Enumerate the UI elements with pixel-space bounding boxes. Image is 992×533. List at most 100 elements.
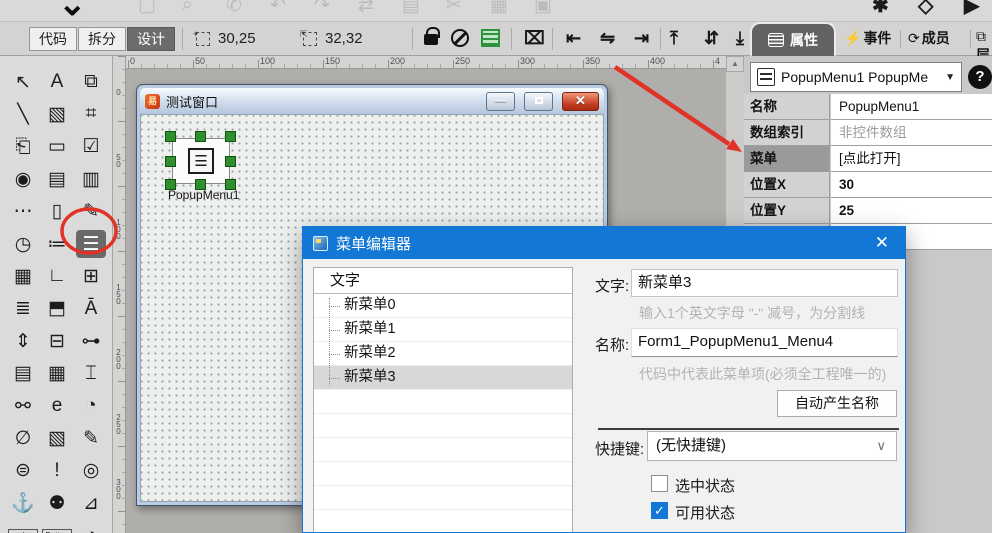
- form-close-button[interactable]: ✕: [562, 91, 599, 111]
- align-icon[interactable]: ⇤: [566, 28, 581, 49]
- treeview-tool[interactable]: ≣: [8, 295, 38, 323]
- label-tool[interactable]: A: [42, 68, 72, 96]
- help-button[interactable]: ?: [968, 65, 992, 89]
- grid-toggle-icon[interactable]: [481, 29, 500, 47]
- checkbox-selected-state[interactable]: [651, 475, 668, 492]
- property-row[interactable]: 位置X 30: [744, 172, 992, 198]
- toolbar-icon[interactable]: ✂: [446, 0, 462, 17]
- selection-handle[interactable]: [225, 131, 236, 142]
- form-maximize-button[interactable]: [524, 91, 553, 111]
- listbox-tool[interactable]: ▥: [76, 165, 106, 193]
- slider-tool[interactable]: ⊟: [42, 327, 72, 355]
- draw-tool[interactable]: ✎: [76, 198, 106, 226]
- toolbar-icon[interactable]: ▣: [534, 0, 552, 17]
- database-edit-tool[interactable]: ✎: [76, 424, 106, 452]
- dialog-titlebar[interactable]: 菜单编辑器 ✕: [303, 227, 905, 259]
- pointer-tool[interactable]: ↖: [8, 68, 38, 96]
- tab-events[interactable]: ⚡ 事件: [844, 28, 891, 48]
- toolbar-icon[interactable]: ⇄: [358, 0, 374, 17]
- form-minimize-button[interactable]: —: [486, 91, 515, 111]
- chart-tool[interactable]: ∟: [42, 262, 72, 290]
- trackbar-tool[interactable]: ⊶: [76, 327, 106, 355]
- selection-handle[interactable]: [225, 156, 236, 167]
- menu-tree-item[interactable]: 新菜单1: [314, 318, 572, 342]
- datepicker-tool[interactable]: ▤: [8, 360, 38, 388]
- toolbar-icon[interactable]: ◇: [918, 0, 933, 18]
- shape-tool[interactable]: ⧉: [76, 68, 106, 96]
- tab-split[interactable]: 拆分: [78, 27, 126, 51]
- toolbar-icon[interactable]: ↷: [314, 0, 330, 17]
- tab-properties[interactable]: 属性: [752, 24, 834, 56]
- lock-controls-icon[interactable]: [424, 27, 440, 45]
- database-tool[interactable]: ⊜: [8, 457, 38, 485]
- chrome-browser-tool[interactable]: ◔: [76, 392, 106, 420]
- property-value[interactable]: PopupMenu1: [831, 94, 992, 120]
- grid-tool[interactable]: ⊞: [76, 262, 106, 290]
- combobox-tool[interactable]: ▤: [42, 165, 72, 193]
- object-selector-dropdown[interactable]: PopupMenu1 PopupMe ▼: [750, 62, 962, 92]
- gallery-tool[interactable]: ▧: [42, 424, 72, 452]
- name-field-input[interactable]: Form1_PopupMenu1_Menu4: [631, 328, 898, 357]
- selection-handle[interactable]: [195, 131, 206, 142]
- toolbar-icon[interactable]: ✱: [872, 0, 889, 18]
- menu-tree-item[interactable]: 新菜单3: [314, 366, 572, 390]
- property-value[interactable]: 25: [831, 198, 992, 224]
- auto-generate-name-button[interactable]: 自动产生名称: [777, 390, 897, 417]
- property-row[interactable]: 数组索引 非控件数组: [744, 120, 992, 146]
- debug-bug-tool[interactable]: ⚉: [42, 489, 72, 517]
- custom-button-tool[interactable]: Button: [42, 528, 72, 533]
- toolbar-icon[interactable]: ▦: [490, 0, 508, 17]
- internet-tool[interactable]: ∅: [8, 424, 38, 452]
- property-value[interactable]: [点此打开]: [831, 146, 992, 172]
- warning-tool[interactable]: !: [42, 457, 72, 485]
- pie-tool[interactable]: ◔: [76, 522, 106, 533]
- shortcut-combobox[interactable]: (无快捷键) ∨: [647, 431, 897, 461]
- align-icon[interactable]: ⌧: [524, 28, 545, 49]
- align-icon[interactable]: ⇥: [634, 28, 649, 49]
- selection-handle[interactable]: [225, 179, 236, 190]
- menu-tree-item[interactable]: 新菜单0: [314, 294, 572, 318]
- checkbox-tool[interactable]: ☑: [76, 133, 106, 161]
- property-value[interactable]: 30: [831, 172, 992, 198]
- frame-tool[interactable]: ⌶: [76, 360, 106, 388]
- position-frame-tool[interactable]: ⌗: [76, 100, 106, 128]
- richtext-tool[interactable]: Ā: [76, 295, 106, 323]
- toolbar-icon[interactable]: ⌕: [182, 0, 193, 16]
- mediabox-tool[interactable]: ▦: [8, 262, 38, 290]
- toolbar-icon[interactable]: ▢: [138, 0, 156, 17]
- picture-tool[interactable]: ▧: [42, 100, 72, 128]
- form-titlebar[interactable]: 易 测试窗口 — ✕: [140, 88, 604, 114]
- dialog-close-icon[interactable]: ✕: [869, 233, 895, 253]
- code-tool[interactable]: ‹/›: [8, 528, 38, 533]
- updown-tool[interactable]: ⇕: [8, 327, 38, 355]
- listview-tool[interactable]: ≔: [42, 230, 72, 258]
- toolbar-icon[interactable]: ▤: [402, 0, 420, 17]
- tab-members[interactable]: ⟳ 成员: [908, 28, 950, 48]
- popup-menu-component[interactable]: ☰: [172, 138, 230, 184]
- ie-browser-tool[interactable]: e: [42, 392, 72, 420]
- anchor-tool[interactable]: ⚓: [8, 489, 38, 517]
- toolbar-icon[interactable]: ↶: [270, 0, 286, 17]
- align-icon[interactable]: ⤒: [670, 28, 678, 49]
- tabcontrol-tool[interactable]: ⬒: [42, 295, 72, 323]
- toolbar-tool[interactable]: ⋯: [8, 198, 38, 226]
- selection-handle[interactable]: [195, 179, 206, 190]
- editbox-tool[interactable]: ▭: [42, 133, 72, 161]
- tab-design[interactable]: 设计: [127, 27, 175, 51]
- line-tool[interactable]: ╲: [8, 100, 38, 128]
- align-icon[interactable]: ⇋: [600, 28, 615, 49]
- radio-tool[interactable]: ◉: [8, 165, 38, 193]
- toolbar-icon[interactable]: ▶: [964, 0, 979, 18]
- selection-handle[interactable]: [165, 131, 176, 142]
- calendar-tool[interactable]: ▦: [42, 360, 72, 388]
- selection-handle[interactable]: [165, 156, 176, 167]
- property-value[interactable]: 非控件数组: [831, 120, 992, 146]
- disable-icon[interactable]: [451, 29, 469, 47]
- scroll-up-arrow-icon[interactable]: ▲: [726, 56, 744, 72]
- tab-code[interactable]: 代码: [29, 27, 77, 51]
- property-row[interactable]: 菜单 [点此打开]: [744, 146, 992, 172]
- property-row[interactable]: 名称 PopupMenu1: [744, 94, 992, 120]
- checkbox-enabled-state[interactable]: ✓: [651, 502, 668, 519]
- icon-tool[interactable]: ◎: [76, 457, 106, 485]
- toolbar-icon[interactable]: ✆: [226, 0, 242, 17]
